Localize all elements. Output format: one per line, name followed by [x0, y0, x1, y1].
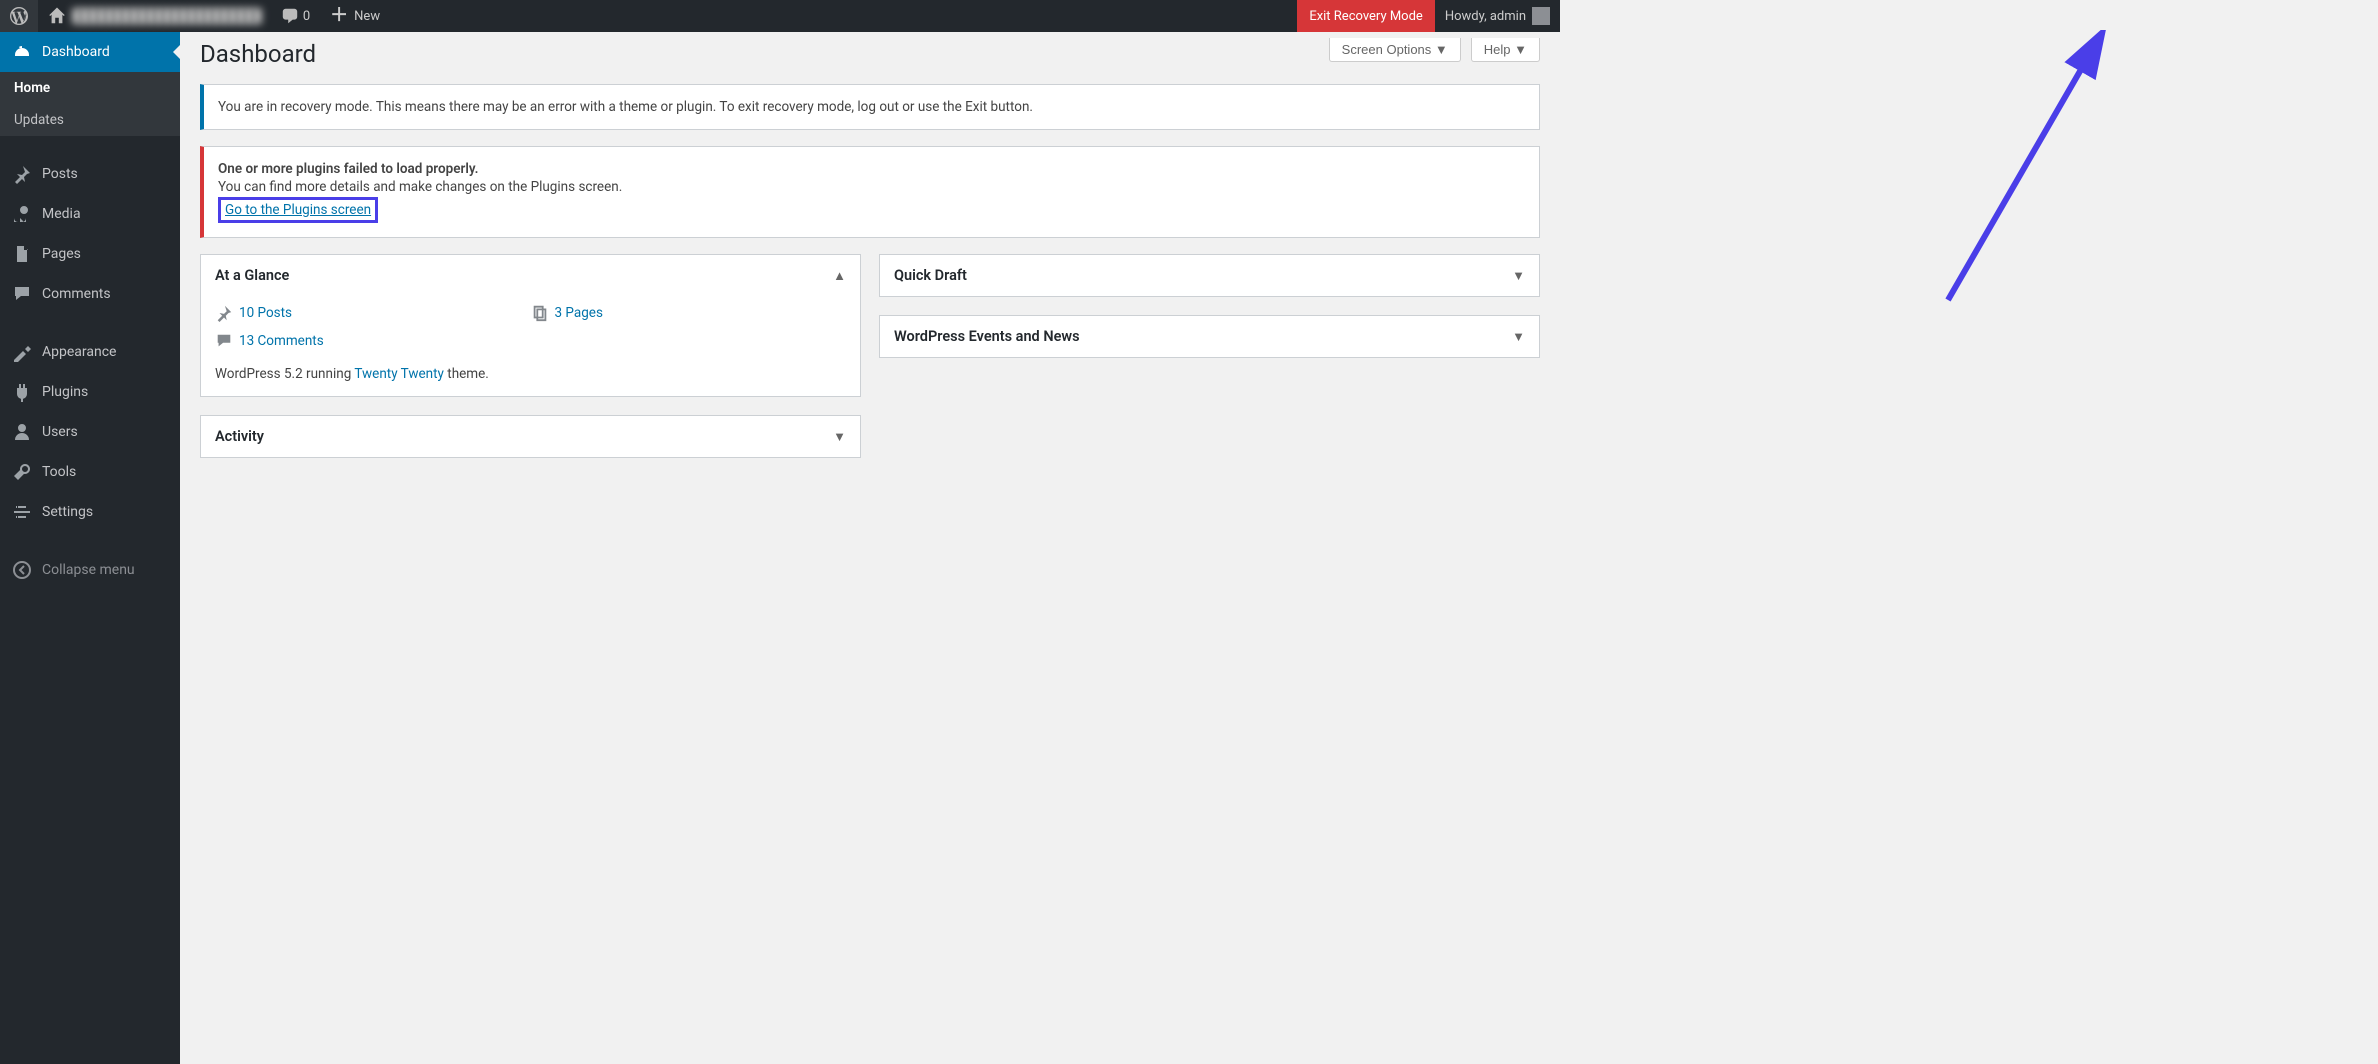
wordpress-icon — [10, 7, 28, 25]
recovery-notice-text: You are in recovery mode. This means the… — [218, 99, 1525, 115]
menu-label: Settings — [42, 504, 93, 520]
page-icon — [12, 244, 32, 264]
widget-title: Activity — [215, 428, 264, 445]
chevron-down-icon: ▼ — [1512, 329, 1525, 345]
glance-posts[interactable]: 10 Posts — [215, 304, 531, 322]
plugin-error-heading: One or more plugins failed to load prope… — [218, 161, 478, 177]
menu-pages[interactable]: Pages — [0, 234, 180, 274]
help-toggle[interactable]: Help ▼ — [1471, 38, 1540, 62]
menu-label: Appearance — [42, 344, 116, 360]
widget-title: WordPress Events and News — [894, 328, 1080, 345]
account-menu[interactable]: Howdy, admin — [1435, 0, 1560, 32]
menu-users[interactable]: Users — [0, 412, 180, 452]
comment-count: 0 — [303, 9, 310, 24]
annotation-arrow — [1928, 30, 2128, 310]
widget-title: At a Glance — [215, 267, 289, 284]
annotation-highlight: Go to the Plugins screen — [218, 197, 378, 223]
comment-icon — [12, 284, 32, 304]
menu-dashboard[interactable]: Dashboard — [0, 32, 180, 72]
menu-posts[interactable]: Posts — [0, 154, 180, 194]
collapse-icon — [12, 560, 32, 580]
menu-label: Media — [42, 206, 81, 222]
menu-label: Plugins — [42, 384, 88, 400]
main-content: Screen Options ▼ Help ▼ Dashboard You ar… — [180, 32, 1560, 498]
screen-options-toggle[interactable]: Screen Options ▼ — [1329, 38, 1461, 62]
site-name: ███████████████████████ — [72, 8, 261, 24]
comment-icon — [281, 7, 299, 25]
menu-label: Comments — [42, 286, 111, 302]
menu-label: Dashboard — [42, 44, 110, 60]
dashboard-icon — [12, 42, 32, 62]
menu-label: Tools — [42, 464, 76, 480]
widget-at-a-glance: At a Glance ▲ 10 Posts 3 Pages — [200, 254, 861, 397]
widget-header[interactable]: Quick Draft ▼ — [880, 255, 1539, 296]
tools-icon — [12, 462, 32, 482]
comment-icon — [215, 332, 233, 350]
plugin-error-notice: One or more plugins failed to load prope… — [200, 146, 1540, 238]
new-content[interactable]: ＋ New — [320, 0, 390, 32]
menu-label: Collapse menu — [42, 562, 135, 578]
admin-bar: ███████████████████████ 0 ＋ New Exit Rec… — [0, 0, 1560, 32]
admin-sidebar: Dashboard Home Updates Posts Media Pages… — [0, 32, 180, 1064]
settings-icon — [12, 502, 32, 522]
glance-comments[interactable]: 13 Comments — [215, 332, 531, 350]
exit-recovery-mode[interactable]: Exit Recovery Mode — [1297, 0, 1435, 32]
submenu-updates[interactable]: Updates — [0, 104, 180, 136]
widget-quick-draft: Quick Draft ▼ — [879, 254, 1540, 297]
menu-label: Posts — [42, 166, 78, 182]
menu-tools[interactable]: Tools — [0, 452, 180, 492]
widget-header[interactable]: WordPress Events and News ▼ — [880, 316, 1539, 357]
menu-label: Pages — [42, 246, 81, 262]
menu-appearance[interactable]: Appearance — [0, 332, 180, 372]
widget-activity: Activity ▼ — [200, 415, 861, 458]
media-icon — [12, 204, 32, 224]
go-to-plugins-link[interactable]: Go to the Plugins screen — [225, 202, 371, 218]
widget-header[interactable]: Activity ▼ — [201, 416, 860, 457]
chevron-up-icon: ▲ — [833, 268, 846, 284]
avatar — [1532, 7, 1550, 25]
glance-pages[interactable]: 3 Pages — [531, 304, 847, 322]
collapse-menu[interactable]: Collapse menu — [0, 550, 180, 590]
plus-icon: ＋ — [330, 7, 348, 25]
pin-icon — [215, 304, 233, 322]
howdy-label: Howdy, admin — [1445, 9, 1526, 24]
plugin-error-body: You can find more details and make chang… — [218, 179, 1525, 195]
chevron-down-icon: ▼ — [1512, 268, 1525, 284]
pages-icon — [531, 304, 549, 322]
submenu-home[interactable]: Home — [0, 72, 180, 104]
appearance-icon — [12, 342, 32, 362]
menu-comments[interactable]: Comments — [0, 274, 180, 314]
new-label: New — [354, 9, 380, 24]
widget-title: Quick Draft — [894, 267, 967, 284]
wp-version-status: WordPress 5.2 running Twenty Twenty them… — [215, 366, 846, 382]
recovery-mode-notice: You are in recovery mode. This means the… — [200, 84, 1540, 130]
menu-plugins[interactable]: Plugins — [0, 372, 180, 412]
menu-settings[interactable]: Settings — [0, 492, 180, 532]
chevron-down-icon: ▼ — [833, 429, 846, 445]
pin-icon — [12, 164, 32, 184]
menu-media[interactable]: Media — [0, 194, 180, 234]
widget-wp-news: WordPress Events and News ▼ — [879, 315, 1540, 358]
site-home[interactable]: ███████████████████████ — [38, 0, 271, 32]
widget-header[interactable]: At a Glance ▲ — [201, 255, 860, 296]
plugin-icon — [12, 382, 32, 402]
user-icon — [12, 422, 32, 442]
theme-link[interactable]: Twenty Twenty — [354, 366, 444, 382]
wp-logo[interactable] — [0, 0, 38, 32]
home-icon — [48, 7, 66, 25]
menu-label: Users — [42, 424, 78, 440]
comments-bubble[interactable]: 0 — [271, 0, 320, 32]
